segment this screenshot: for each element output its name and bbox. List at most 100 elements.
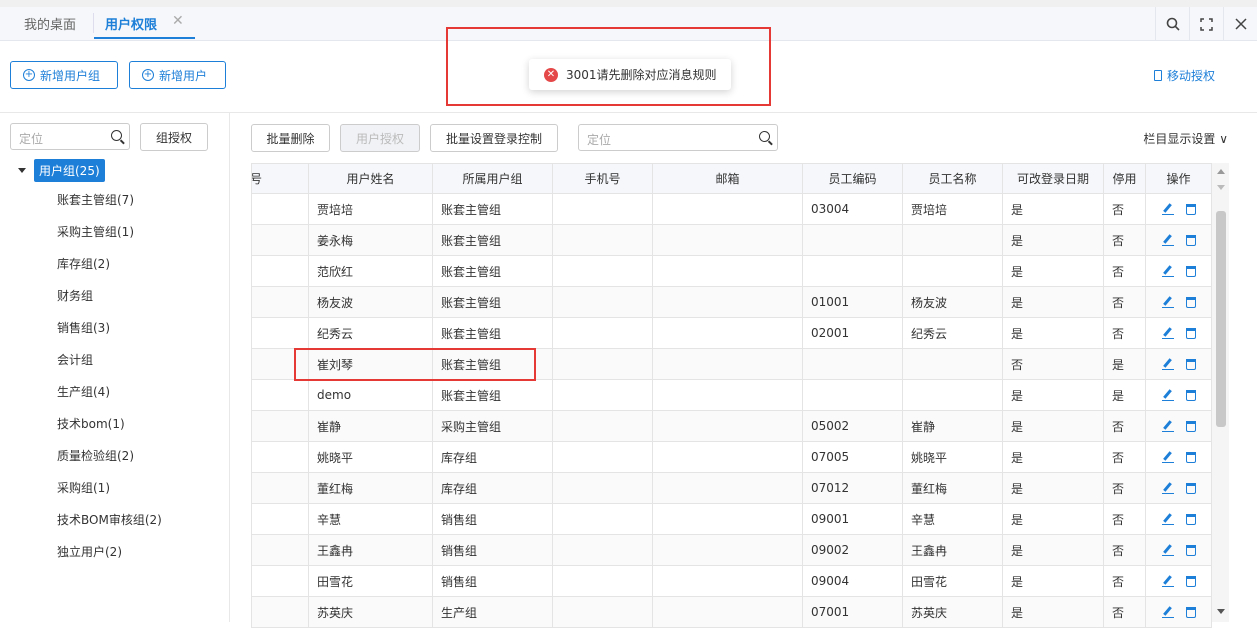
table-cell[interactable]: 董红梅 [902,472,1003,504]
table-cell[interactable]: 03004 [802,193,903,225]
table-cell[interactable]: 07001 [802,596,903,628]
table-cell[interactable]: 库存组 [432,441,553,473]
tree-item[interactable]: 质量检验组(2) [57,447,134,464]
edit-icon[interactable] [1161,544,1174,556]
table-cell[interactable] [652,410,803,442]
delete-icon[interactable] [1185,544,1196,556]
edit-icon[interactable] [1161,575,1174,587]
table-row[interactable]: 杨友波 账套主管组 01001 杨友波是否 [251,286,1212,318]
table-cell[interactable]: 王鑫冉 [308,534,433,566]
delete-icon[interactable] [1185,420,1196,432]
table-cell[interactable]: 姚晓平 [308,441,433,473]
table-cell[interactable]: 是 [1002,441,1104,473]
table-cell[interactable] [802,224,903,256]
table-cell[interactable]: 贾培培 [902,193,1003,225]
edit-icon[interactable] [1161,358,1174,370]
table-cell[interactable] [652,565,803,597]
table-cell[interactable]: 采购主管组 [432,410,553,442]
delete-icon[interactable] [1185,296,1196,308]
tree-item[interactable]: 采购组(1) [57,479,110,496]
table-cell[interactable]: 是 [1002,596,1104,628]
table-cell[interactable]: 纪秀云 [308,317,433,349]
col-header-user-name[interactable]: 用户姓名 [308,163,433,194]
table-cell[interactable]: 销售组 [432,534,553,566]
table-cell[interactable]: 否 [1103,410,1146,442]
tab-user-permissions[interactable]: 用户权限 [105,14,157,33]
edit-icon[interactable] [1161,420,1174,432]
edit-icon[interactable] [1161,203,1174,215]
table-cell[interactable]: 是 [1002,193,1104,225]
table-cell[interactable]: 杨友波 [902,286,1003,318]
tree-item[interactable]: 生产组(4) [57,383,110,400]
col-header-account[interactable]: 账号 [251,163,309,194]
table-row[interactable]: 姚晓平 库存组 07005 姚晓平是否 [251,441,1212,473]
table-cell[interactable]: 否 [1103,472,1146,504]
table-cell[interactable]: 09004 [802,565,903,597]
tab-close-icon[interactable]: ✕ [172,13,184,29]
table-cell[interactable]: 账套主管组 [432,193,553,225]
table-cell[interactable] [552,596,653,628]
delete-icon[interactable] [1185,451,1196,463]
table-cell[interactable] [802,379,903,411]
edit-icon[interactable] [1161,265,1174,277]
table-row[interactable]: 王鑫冉 销售组 09002 王鑫冉是否 [251,534,1212,566]
tab-my-desktop[interactable]: 我的桌面 [24,14,76,33]
table-cell[interactable]: 董红梅 [308,472,433,504]
column-settings-dropdown[interactable]: 栏目显示设置 ∨ [1143,130,1228,147]
table-cell[interactable] [902,348,1003,380]
table-cell[interactable]: 否 [1103,534,1146,566]
add-user-button[interactable]: + 新增用户 [129,61,226,89]
table-cell[interactable]: 是 [1002,317,1104,349]
table-cell[interactable]: 是 [1002,565,1104,597]
delete-icon[interactable] [1185,575,1196,587]
table-cell[interactable]: 苏英庆 [308,596,433,628]
tree-item[interactable]: 账套主管组(7) [57,191,134,208]
table-row[interactable]: 苏英庆 生产组 07001 苏英庆是否 [251,596,1212,628]
batch-delete-button[interactable]: 批量删除 [251,124,330,152]
group-search-input[interactable]: 定位 [10,123,130,150]
table-cell[interactable] [552,255,653,287]
table-row[interactable]: 贾培培 账套主管组 03004 贾培培是否 [251,193,1212,225]
tree-item[interactable]: 会计组 [57,351,93,368]
table-cell[interactable] [552,286,653,318]
delete-icon[interactable] [1185,482,1196,494]
add-user-group-button[interactable]: + 新增用户组 [10,61,118,89]
table-row[interactable]: 姜永梅 账套主管组 是否 [251,224,1212,256]
edit-icon[interactable] [1161,296,1174,308]
table-cell[interactable]: 杨友波 [308,286,433,318]
table-cell[interactable]: 05002 [802,410,903,442]
col-header-user-group[interactable]: 所属用户组 [432,163,553,194]
tree-item[interactable]: 库存组(2) [57,255,110,272]
table-cell[interactable] [251,255,309,287]
table-cell[interactable] [251,503,309,535]
table-cell[interactable]: 贾培培 [308,193,433,225]
group-auth-button[interactable]: 组授权 [140,123,208,151]
table-cell[interactable] [552,224,653,256]
table-cell[interactable]: 销售组 [432,503,553,535]
table-cell[interactable] [802,255,903,287]
table-cell[interactable] [652,596,803,628]
table-cell[interactable] [552,565,653,597]
scroll-down-icon[interactable] [1217,609,1225,614]
tree-item[interactable]: 技术bom(1) [57,415,125,432]
search-icon[interactable] [111,130,122,141]
edit-icon[interactable] [1161,606,1174,618]
col-header-login-date-editable[interactable]: 可改登录日期 [1002,163,1104,194]
tree-item[interactable]: 采购主管组(1) [57,223,134,240]
edit-icon[interactable] [1161,482,1174,494]
edit-icon[interactable] [1161,234,1174,246]
table-cell[interactable]: 否 [1103,193,1146,225]
table-cell[interactable] [552,348,653,380]
search-icon[interactable] [759,131,770,142]
table-cell[interactable]: 是 [1103,348,1146,380]
table-cell[interactable]: 否 [1103,286,1146,318]
table-cell[interactable]: 否 [1103,565,1146,597]
table-cell[interactable]: 07005 [802,441,903,473]
delete-icon[interactable] [1185,327,1196,339]
table-row[interactable]: 董红梅 库存组 07012 董红梅是否 [251,472,1212,504]
table-cell[interactable]: 是 [1002,410,1104,442]
table-cell[interactable] [902,224,1003,256]
delete-icon[interactable] [1185,606,1196,618]
tree-root-label[interactable]: 用户组(25) [34,159,105,182]
table-cell[interactable] [251,534,309,566]
